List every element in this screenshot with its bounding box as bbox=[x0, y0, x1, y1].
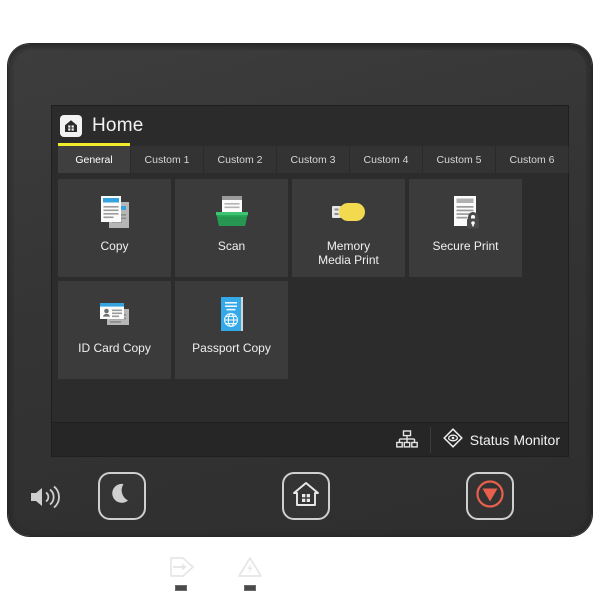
printer-control-panel: Home General Custom 1 Custom 2 Custom 3 … bbox=[8, 44, 592, 591]
document-lock-icon bbox=[444, 189, 488, 235]
tab-label: General bbox=[75, 153, 113, 166]
copy-documents-icon bbox=[93, 189, 137, 235]
tab-label: Custom 6 bbox=[509, 153, 555, 166]
tab-custom-4[interactable]: Custom 4 bbox=[350, 146, 423, 173]
tile-label: Scan bbox=[217, 239, 246, 253]
stop-button[interactable] bbox=[466, 472, 514, 520]
tab-custom-3[interactable]: Custom 3 bbox=[277, 146, 350, 173]
error-indicator bbox=[237, 556, 263, 591]
tile-label: ID Card Copy bbox=[78, 341, 151, 355]
passport-icon bbox=[210, 291, 254, 337]
usb-drive-icon bbox=[327, 189, 371, 235]
home-house-icon bbox=[292, 480, 320, 513]
tile-memory-media-print[interactable]: Memory Media Print bbox=[292, 179, 405, 277]
tab-custom-2[interactable]: Custom 2 bbox=[204, 146, 277, 173]
panel-body: Home General Custom 1 Custom 2 Custom 3 … bbox=[14, 50, 586, 591]
tile-copy[interactable]: Copy bbox=[58, 179, 171, 277]
error-lamp bbox=[244, 585, 256, 591]
data-arrow-icon bbox=[167, 556, 195, 583]
sleep-button[interactable] bbox=[98, 472, 146, 520]
tile-empty-slot bbox=[409, 281, 522, 379]
tab-bar: General Custom 1 Custom 2 Custom 3 Custo… bbox=[52, 143, 569, 173]
tile-label: Copy bbox=[100, 239, 129, 253]
tile-label: Memory Media Print bbox=[318, 239, 379, 267]
function-tile-grid: Copy Scan Memory Media Print Secure Prin… bbox=[52, 173, 568, 422]
tab-custom-6[interactable]: Custom 6 bbox=[496, 146, 569, 173]
tab-custom-1[interactable]: Custom 1 bbox=[131, 146, 204, 173]
speaker-volume-icon bbox=[28, 484, 62, 515]
tile-id-card-copy[interactable]: ID Card Copy bbox=[58, 281, 171, 379]
hardware-button-row bbox=[14, 466, 586, 534]
id-card-icon bbox=[93, 291, 137, 337]
tab-label: Custom 4 bbox=[363, 153, 409, 166]
tab-label: Custom 3 bbox=[290, 153, 336, 166]
status-monitor-button[interactable]: Status Monitor bbox=[431, 428, 560, 451]
tile-passport-copy[interactable]: Passport Copy bbox=[175, 281, 288, 379]
tile-scan[interactable]: Scan bbox=[175, 179, 288, 277]
tile-label: Secure Print bbox=[432, 239, 499, 253]
stop-icon bbox=[475, 479, 505, 514]
tile-row: Copy Scan Memory Media Print Secure Prin… bbox=[58, 179, 562, 277]
tile-empty-slot bbox=[292, 281, 405, 379]
status-monitor-label: Status Monitor bbox=[469, 431, 560, 448]
home-icon bbox=[60, 115, 82, 137]
screen-header: Home bbox=[52, 106, 568, 146]
home-button[interactable] bbox=[282, 472, 330, 520]
tab-general[interactable]: General bbox=[58, 143, 131, 173]
tab-custom-5[interactable]: Custom 5 bbox=[423, 146, 496, 173]
page-title: Home bbox=[92, 115, 144, 136]
status-monitor-diamond-icon bbox=[442, 428, 463, 451]
tab-label: Custom 1 bbox=[144, 153, 190, 166]
data-lamp bbox=[175, 585, 187, 591]
tab-label: Custom 2 bbox=[217, 153, 263, 166]
scanner-icon bbox=[210, 189, 254, 235]
tab-label: Custom 5 bbox=[436, 153, 482, 166]
warning-triangle-icon bbox=[237, 556, 263, 583]
network-tree-icon[interactable] bbox=[384, 429, 430, 450]
indicator-row bbox=[14, 556, 586, 591]
tile-label: Passport Copy bbox=[192, 341, 271, 355]
tile-row: ID Card Copy Passport Copy bbox=[58, 281, 562, 379]
data-indicator bbox=[167, 556, 195, 591]
tile-secure-print[interactable]: Secure Print bbox=[409, 179, 522, 277]
touchscreen[interactable]: Home General Custom 1 Custom 2 Custom 3 … bbox=[52, 106, 569, 456]
status-bar: Status Monitor bbox=[52, 422, 568, 456]
moon-icon bbox=[109, 481, 135, 512]
